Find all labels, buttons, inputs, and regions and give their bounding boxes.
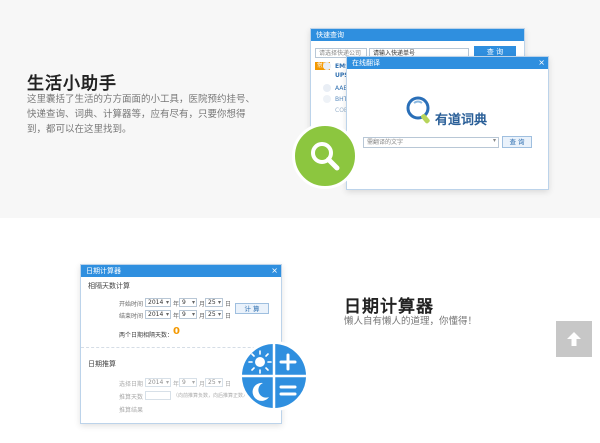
day-diff-heading: 相隔天数计算 — [88, 282, 130, 290]
day-unit: 日 — [225, 301, 232, 308]
base-day-select[interactable]: 25 — [205, 378, 223, 387]
day-diff-result-value: 0 — [173, 326, 180, 337]
scroll-to-top-button[interactable] — [556, 321, 592, 357]
end-date-label: 结束时间 — [119, 313, 144, 320]
moon-icon — [252, 382, 269, 401]
youdao-logo-icon — [404, 94, 432, 126]
start-month-select[interactable]: 9 — [179, 298, 197, 307]
end-day-select[interactable]: 25 — [205, 310, 223, 319]
chevron-down-icon[interactable]: ▾ — [493, 137, 496, 144]
dictionary-window: 在线翻译 × 有道词典 需翻译的文字 ▾ 查 询 — [346, 56, 549, 190]
base-year-select[interactable]: 2014 — [145, 378, 171, 387]
date-window-titlebar: 日期计算器 × — [81, 265, 281, 277]
express-window-title: 快速查询 — [316, 31, 344, 39]
express-window-titlebar: 快速查询 — [311, 29, 524, 41]
youdao-logo-text: 有道词典 — [435, 113, 488, 128]
sun-icon — [248, 350, 272, 374]
base-month-select[interactable]: 9 — [179, 378, 197, 387]
dictionary-window-titlebar: 在线翻译 × — [347, 57, 548, 69]
calculator-feature-badge — [239, 341, 309, 411]
search-icon — [311, 142, 340, 171]
offset-days-label: 推算天数 — [119, 394, 144, 401]
base-date-label: 选择日期 — [119, 381, 144, 388]
start-date-label: 开始时间 — [119, 301, 144, 308]
courier-logo-icon — [323, 84, 331, 92]
offset-result-label: 推算结果 — [119, 407, 144, 414]
arrow-up-icon — [567, 332, 581, 346]
day-unit: 日 — [225, 381, 232, 388]
life-helper-title: 生活小助手 — [27, 74, 117, 94]
dictionary-window-title: 在线翻译 — [352, 59, 380, 67]
start-day-select[interactable]: 25 — [205, 298, 223, 307]
plus-icon — [279, 353, 297, 371]
calculate-button[interactable]: 计 算 — [235, 303, 269, 314]
close-icon[interactable]: × — [271, 265, 278, 277]
end-month-select[interactable]: 9 — [179, 310, 197, 319]
date-window-title: 日期计算器 — [86, 267, 121, 275]
close-icon[interactable]: × — [538, 57, 545, 69]
offset-hint: （向前推算负数，向后推算正数） — [173, 393, 249, 399]
equals-icon — [279, 385, 297, 396]
end-year-select[interactable]: 2014 — [145, 310, 171, 319]
day-diff-result-label: 两个日期相隔天数： — [119, 332, 174, 339]
translate-query-button[interactable]: 查 询 — [502, 136, 532, 148]
translate-input[interactable]: 需翻译的文字 — [363, 137, 499, 148]
offset-days-input[interactable] — [145, 391, 171, 400]
start-year-select[interactable]: 2014 — [145, 298, 171, 307]
date-offset-heading: 日期推算 — [88, 360, 116, 368]
courier-logo-icon — [323, 95, 331, 103]
date-calc-desc: 懒人自有懒人的道理，你懂得！ — [344, 316, 478, 327]
search-feature-badge — [292, 123, 358, 189]
courier-logo-icon — [323, 62, 331, 70]
life-helper-desc: 这里囊括了生活的方方面面的小工具，医院预约挂号、快递查询、词典、计算器等，应有尽… — [27, 94, 256, 135]
day-unit: 日 — [225, 313, 232, 320]
